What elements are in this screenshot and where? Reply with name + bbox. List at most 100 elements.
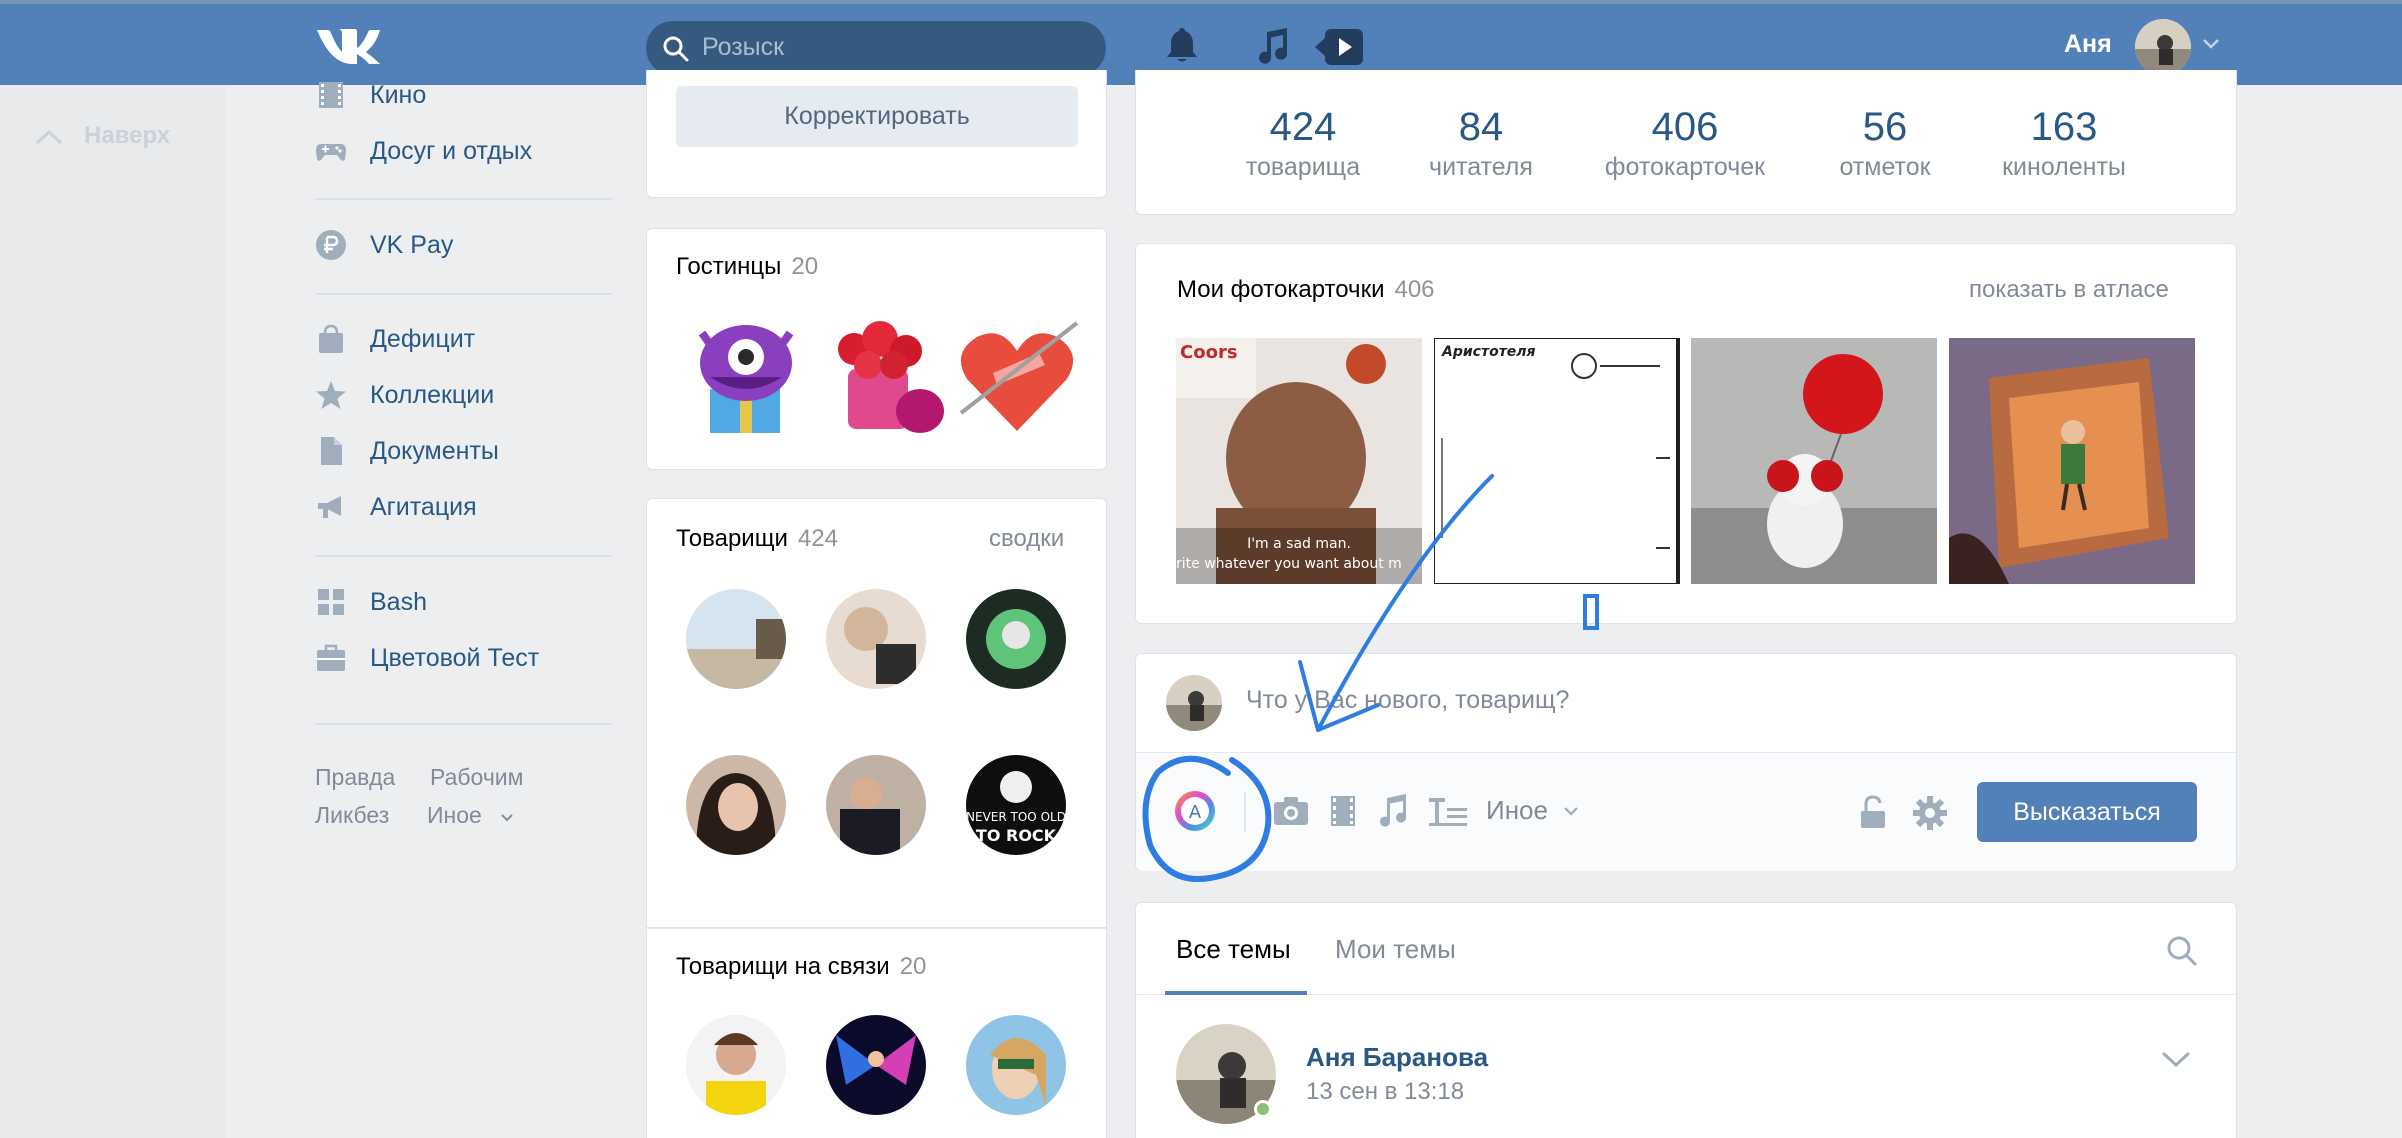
menu-item-leisure[interactable]: Досуг и отдых (315, 131, 615, 171)
menu-label: Агитация (370, 493, 477, 521)
music-icon[interactable] (1378, 794, 1408, 828)
stat-label: читателя (1429, 153, 1533, 181)
stat-value: 424 (1269, 105, 1337, 149)
more-attachments-button[interactable]: Иное (1486, 795, 1548, 826)
menu-item-kino[interactable]: Кино (315, 75, 615, 115)
menu-label: Bash (370, 588, 427, 616)
left-gutter (0, 0, 226, 1138)
stat-videos[interactable]: 163 киноленты (1964, 104, 2164, 184)
stat-value: 84 (1458, 105, 1504, 149)
stat-photos[interactable]: 406 фотокарточек (1585, 104, 1785, 184)
play-icon[interactable] (1315, 26, 1365, 68)
back-to-top-link[interactable]: Наверх (84, 122, 170, 150)
bell-icon[interactable] (1165, 26, 1199, 64)
friend-avatar[interactable] (966, 1015, 1066, 1115)
stat-label: товарища (1245, 153, 1361, 181)
avatar (1166, 675, 1222, 731)
stat-value: 163 (2030, 105, 2098, 149)
edit-profile-button[interactable]: Корректировать (676, 86, 1078, 147)
photos-header[interactable]: Мои фотокарточки 406 (1177, 276, 1435, 304)
friend-avatar[interactable] (686, 589, 786, 689)
stat-label: киноленты (2002, 153, 2126, 181)
photo-caption: Аристотеля (1441, 344, 1536, 360)
photos-title: Мои фотокарточки (1177, 276, 1385, 303)
chevron-down-icon[interactable] (1563, 806, 1579, 818)
film-icon (319, 82, 343, 108)
friend-avatar[interactable]: NEVER TOO OLD TO ROCK (966, 755, 1066, 855)
gift-monster[interactable] (682, 311, 812, 441)
menu-item-ads[interactable]: Агитация (315, 487, 615, 527)
chevron-down-icon[interactable] (2202, 38, 2220, 50)
friend-avatar[interactable] (686, 1015, 786, 1115)
avatar[interactable] (2135, 19, 2191, 75)
footer-link-pravda[interactable]: Правда (315, 764, 395, 791)
music-icon[interactable] (1257, 28, 1289, 64)
footer-link-more[interactable]: Иное (427, 802, 482, 829)
gear-icon[interactable] (1913, 796, 1947, 830)
friends-card: Товарищи 424 сводки NEVER TOO OLD TO ROCK (646, 498, 1107, 928)
photo-thumbnail[interactable] (1691, 338, 1937, 584)
svg-text:Coors: Coors (1180, 342, 1238, 363)
friend-avatar[interactable] (826, 755, 926, 855)
toolbar-divider (1244, 792, 1246, 832)
friend-avatar[interactable] (686, 755, 786, 855)
photo-thumbnail[interactable]: Coors I'm a sad man. rite whatever you w… (1176, 338, 1422, 584)
svg-text:TO ROCK: TO ROCK (976, 826, 1057, 845)
stat-label: отметок (1839, 153, 1931, 181)
menu-item-bash[interactable]: Bash (315, 582, 615, 622)
user-name[interactable]: Аня (2064, 30, 2112, 59)
friends-online-header[interactable]: Товарищи на связи 20 (676, 953, 926, 981)
stat-value: 56 (1862, 105, 1908, 149)
menu-item-vkpay[interactable]: VK Pay (315, 225, 615, 265)
post-input[interactable]: Что у Вас нового, товарищ? (1246, 686, 1569, 715)
menu-divider (315, 723, 612, 725)
search-icon[interactable] (2166, 935, 2198, 967)
menu-label: Кино (370, 81, 427, 109)
gifts-header[interactable]: Гостинцы 20 (676, 253, 818, 281)
menu-item-collections[interactable]: Коллекции (315, 375, 615, 415)
profile-stats-card: 424 товарища 84 читателя 406 фотокарточек 5… (1135, 70, 2237, 215)
lock-icon[interactable] (1858, 795, 1888, 829)
gift-flowers[interactable] (818, 309, 950, 441)
photo-thumbnail[interactable] (1949, 338, 2195, 584)
gamepad-icon (316, 144, 346, 161)
vk-logo-icon[interactable] (315, 26, 381, 66)
stat-tags[interactable]: 56 отметок (1785, 104, 1985, 184)
profile-edit-card: Корректировать (646, 70, 1107, 198)
post-author-name[interactable]: Аня Баранова (1306, 1042, 1488, 1073)
friends-updates-link[interactable]: сводки (989, 525, 1064, 553)
stat-value: 406 (1651, 105, 1719, 149)
friends-header[interactable]: Товарищи 424 (676, 525, 838, 553)
show-in-album-link[interactable]: показать в атласе (1969, 276, 2169, 304)
stat-friends[interactable]: 424 товарища (1203, 104, 1403, 184)
friends-online-card: Товарищи на связи 20 (646, 928, 1107, 1138)
tab-all-posts[interactable]: Все темы (1176, 934, 1291, 965)
menu-label: Досуг и отдых (370, 137, 533, 165)
chevron-down-icon[interactable] (500, 813, 514, 823)
photo-caption: I'm a sad man. (1247, 536, 1351, 552)
photo-thumbnail[interactable]: Аристотеля (1434, 338, 1680, 584)
menu-item-color-test[interactable]: Цветовой Тест (315, 638, 615, 678)
publish-button[interactable]: Высказаться (1977, 782, 2197, 842)
stat-followers[interactable]: 84 читателя (1381, 104, 1581, 184)
footer-link-likbez[interactable]: Ликбез (315, 802, 389, 829)
chevron-up-icon[interactable] (34, 128, 64, 146)
friends-online-title: Товарищи на связи (676, 953, 890, 980)
search-box[interactable]: Розыск (646, 21, 1106, 75)
menu-item-market[interactable]: Дефицит (315, 319, 615, 359)
chevron-down-icon[interactable] (2160, 1050, 2192, 1070)
camera-icon[interactable] (1273, 796, 1309, 826)
gift-heart[interactable] (953, 313, 1083, 443)
tab-my-posts[interactable]: Мои темы (1335, 934, 1456, 965)
footer-link-rabochim[interactable]: Рабочим (430, 764, 523, 791)
menu-divider (315, 293, 612, 295)
text-style-icon[interactable]: A (1174, 790, 1216, 832)
friend-avatar[interactable] (966, 589, 1066, 689)
article-icon[interactable] (1429, 796, 1469, 828)
film-icon[interactable] (1329, 794, 1357, 828)
post-timestamp[interactable]: 13 сен в 13:18 (1306, 1078, 1464, 1106)
briefcase-icon (317, 644, 345, 671)
friend-avatar[interactable] (826, 1015, 926, 1115)
menu-item-documents[interactable]: Документы (315, 431, 615, 471)
friend-avatar[interactable] (826, 589, 926, 689)
